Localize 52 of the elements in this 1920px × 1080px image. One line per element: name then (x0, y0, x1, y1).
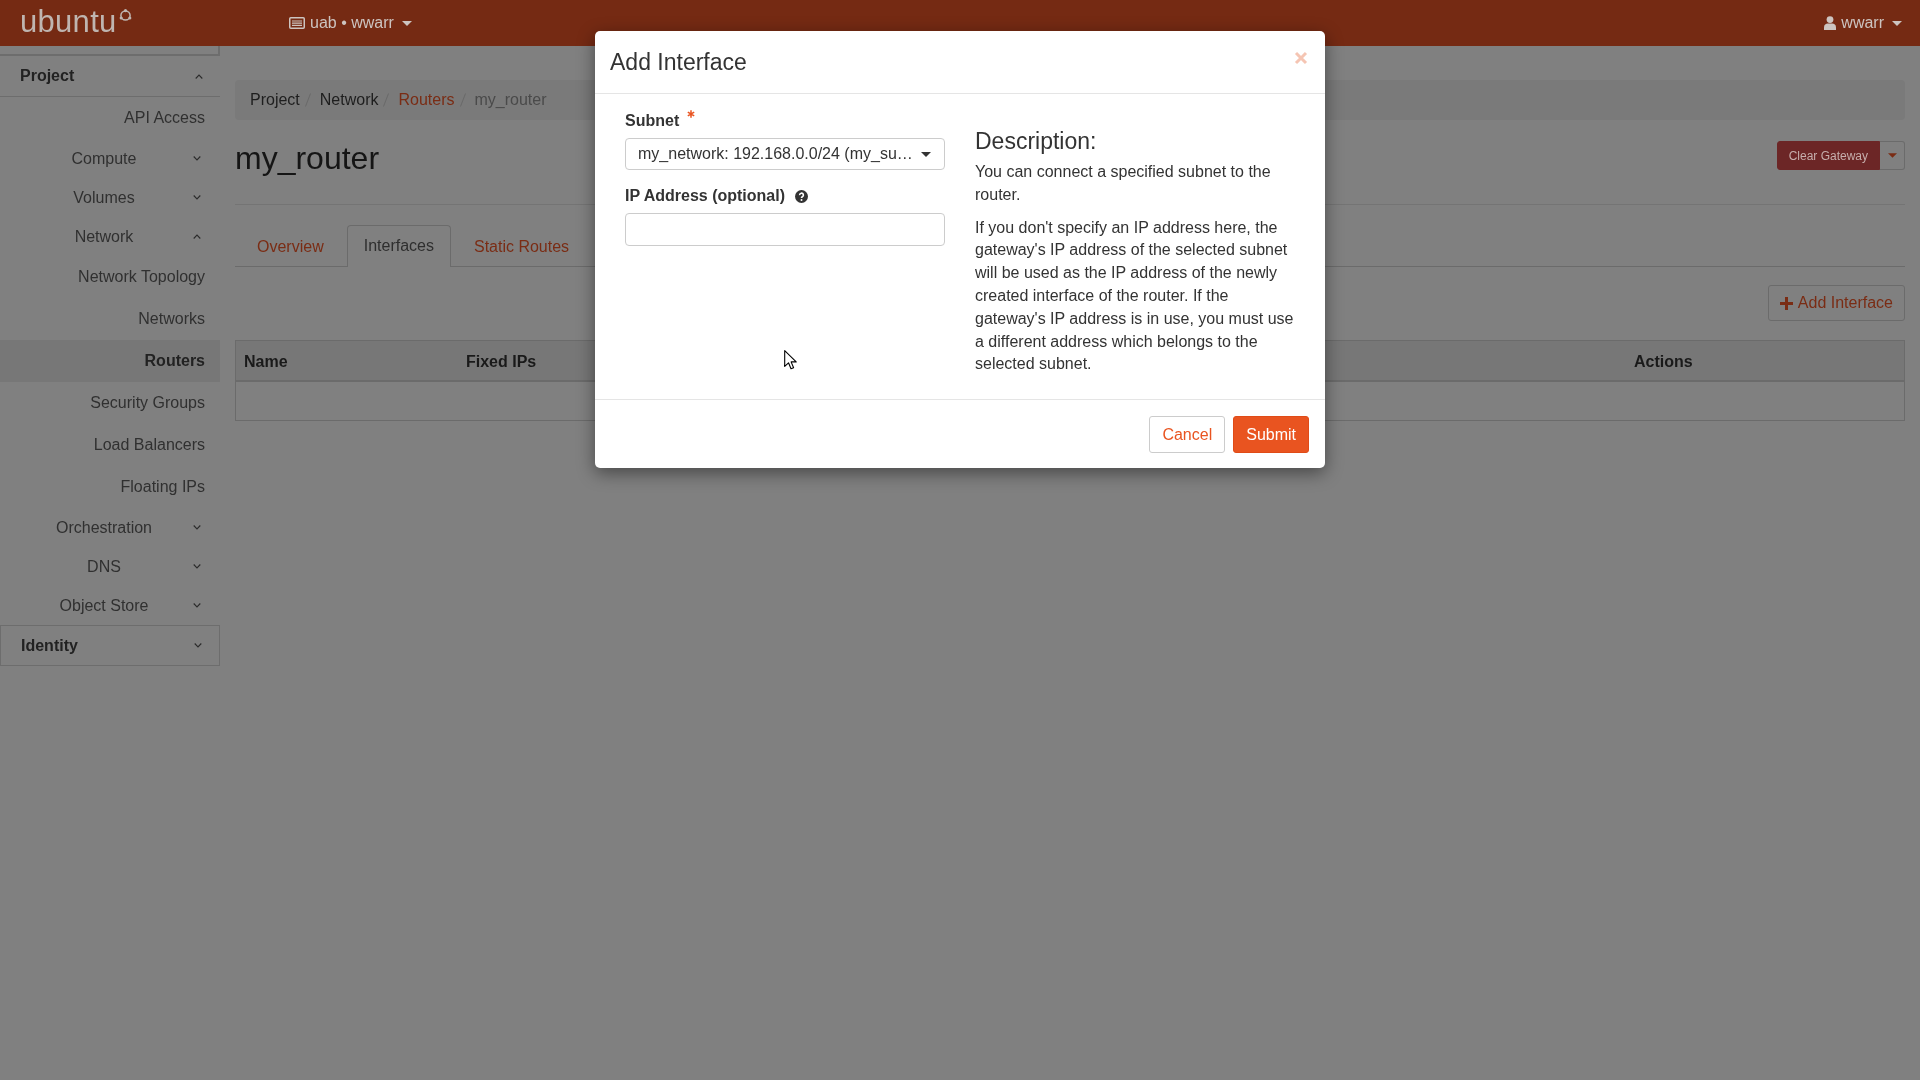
caret-down-icon (401, 20, 412, 26)
add-interface-button[interactable]: Add Interface (1767, 285, 1905, 321)
breadcrumb-item: Network (319, 91, 379, 109)
breadcrumb-link[interactable]: Routers (398, 91, 455, 109)
sidebar-group[interactable]: Network (0, 217, 220, 256)
user-icon (1824, 16, 1837, 30)
sidebar-item[interactable]: Load Balancers (0, 424, 220, 466)
sidebar-section-header[interactable]: Project (0, 56, 220, 97)
sidebar-item[interactable]: Floating IPs (0, 466, 220, 508)
sidebar-section-header[interactable]: Identity (0, 625, 220, 666)
plus-icon (1779, 296, 1793, 310)
sidebar-group[interactable]: Compute (0, 139, 220, 178)
breadcrumb-item: Project (250, 91, 300, 109)
description-heading: Description: (975, 128, 1098, 154)
caret-down-icon (1887, 153, 1897, 158)
table-icon (289, 17, 305, 29)
caret-down-icon (1892, 20, 1902, 26)
cancel-button[interactable]: Cancel (1149, 416, 1226, 454)
circle-logo-icon (118, 8, 132, 22)
close-button[interactable] (1294, 51, 1308, 65)
close-icon (1294, 51, 1308, 65)
table-header-cell: Name (235, 340, 458, 382)
field-label: Subnet (625, 111, 680, 131)
sidebar-item[interactable]: Network Topology (0, 256, 220, 298)
submit-button[interactable]: Submit (1233, 416, 1309, 454)
table-header-cell: Fixed IPs (458, 340, 588, 382)
description-text: If you don't specify an IP address here, the gateway's IP address of the selected subnet will be used as the IP address of the newly created interface of the router. If the gateway's IP address is in use, you must use a different address which belongs to the selected subnet. (975, 217, 1295, 375)
project-selector[interactable]: uab • wwarr (289, 13, 412, 33)
sidebar-item[interactable]: Networks (0, 298, 220, 340)
mouse-pointer-icon (784, 350, 797, 370)
sidebar-group[interactable]: DNS (0, 547, 220, 586)
tab[interactable]: Overview (240, 225, 341, 267)
table-header-cell: Actions (1626, 340, 1905, 382)
user-menu[interactable]: wwarr (1824, 13, 1902, 33)
field-label: IP Address (optional) (625, 186, 785, 206)
sidebar-item[interactable]: Security Groups (0, 382, 220, 424)
sidebar-item[interactable]: API Access (0, 97, 220, 139)
clear-gateway-button[interactable]: Clear Gateway (1776, 141, 1880, 170)
dropdown-toggle-button[interactable] (1880, 141, 1905, 170)
sidebar-item[interactable]: Routers (0, 340, 220, 382)
description-text: You can connect a specified subnet to the router. (975, 162, 1272, 205)
caret-down-icon (921, 151, 931, 157)
sidebar-group[interactable]: Volumes (0, 178, 220, 217)
tab[interactable]: Interfaces (346, 225, 451, 267)
tab[interactable]: Static Routes (456, 225, 587, 267)
sidebar-group[interactable]: Orchestration (0, 508, 220, 547)
logo-text: ubuntu (20, 3, 117, 40)
dialog-title: Add Interface (610, 48, 747, 76)
page-title: my_router (235, 140, 380, 176)
select-field[interactable]: my_network: 192.168.0.0/24 (my_su… (625, 138, 945, 170)
input-field[interactable] (625, 213, 945, 246)
sidebar-group[interactable]: Object Store (0, 586, 220, 625)
